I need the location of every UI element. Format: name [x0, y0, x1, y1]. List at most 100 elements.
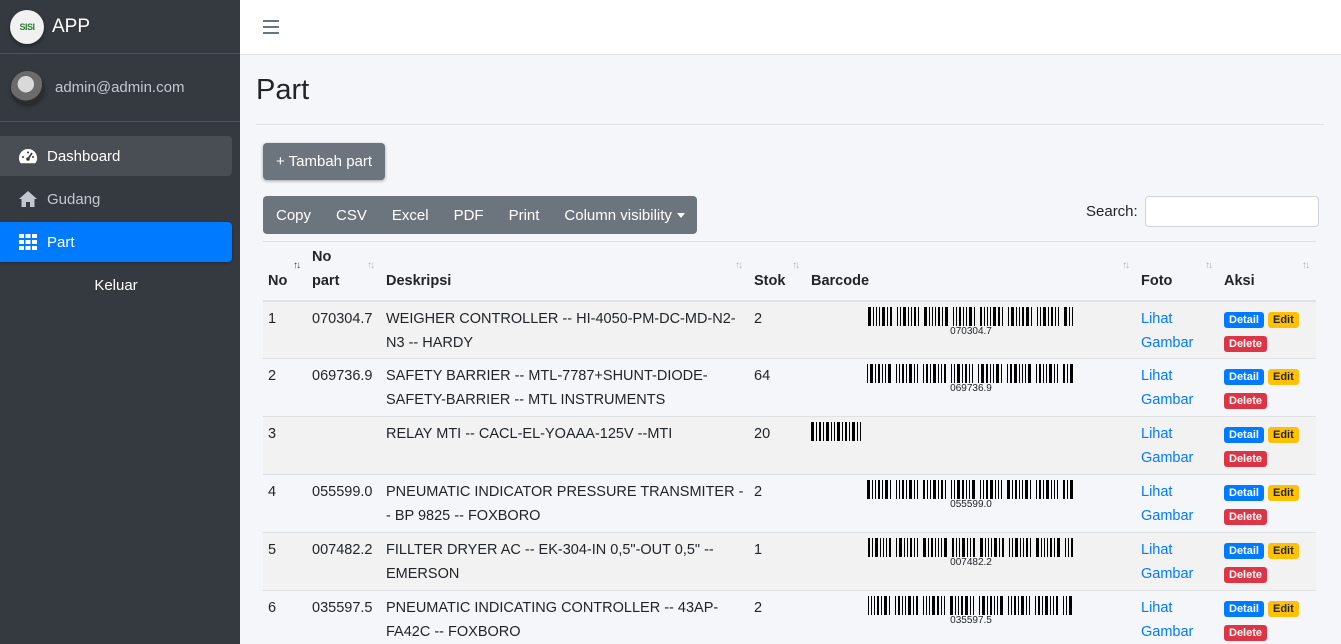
print-button[interactable]: Print [496, 196, 552, 234]
avatar [11, 71, 44, 104]
barcode-text: 007482.2 [950, 557, 992, 568]
cell-deskripsi: SAFETY BARRIER -- MTL-7787+SHUNT-DIODE-S… [381, 358, 749, 417]
cell-stok: 64 [749, 358, 806, 417]
sidebar-item-part[interactable]: Part [0, 222, 232, 262]
column-header-no-part[interactable]: ↑↓ No part [307, 241, 381, 302]
detail-button[interactable]: Detail [1224, 311, 1264, 328]
copy-button[interactable]: Copy [263, 196, 323, 234]
brand-logo: SISI [10, 9, 44, 44]
cell-barcode: 035597.5 [806, 590, 1136, 644]
cell-no-part [307, 416, 381, 475]
view-image-link[interactable]: Lihat Gambar [1141, 600, 1193, 640]
detail-button[interactable]: Detail [1224, 543, 1264, 559]
delete-button[interactable]: Delete [1224, 335, 1268, 352]
barcode-image: 069736.9 [811, 364, 1131, 395]
brand-link[interactable]: SISI APP [0, 0, 240, 54]
delete-button[interactable]: Delete [1224, 451, 1268, 467]
detail-button[interactable]: Detail [1224, 485, 1264, 501]
view-image-link[interactable]: Lihat Gambar [1141, 368, 1193, 408]
column-header-no[interactable]: ↑↓ No [263, 241, 307, 302]
user-panel[interactable]: admin@admin.com [0, 54, 240, 122]
delete-button[interactable]: Delete [1224, 393, 1268, 409]
delete-button[interactable]: Delete [1224, 567, 1268, 583]
cell-no: 3 [263, 416, 307, 475]
cell-stok: 2 [749, 590, 806, 644]
detail-button[interactable]: Detail [1224, 601, 1264, 617]
view-image-link[interactable]: Lihat Gambar [1141, 542, 1193, 582]
cell-no-part: 069736.9 [307, 358, 381, 417]
pdf-button[interactable]: PDF [441, 196, 496, 234]
cell-foto: Lihat Gambar [1136, 590, 1219, 644]
cell-deskripsi: PNEUMATIC INDICATING CONTROLLER -- 43AP-… [381, 590, 749, 644]
cell-no: 1 [263, 300, 307, 359]
search-label: Search: [1086, 203, 1138, 220]
sort-icon: ↑↓ [792, 260, 800, 271]
cell-deskripsi: PNEUMATIC INDICATOR PRESSURE TRANSMITER … [381, 474, 749, 533]
barcode-text: 069736.9 [950, 383, 992, 394]
detail-button[interactable]: Detail [1224, 427, 1264, 443]
cell-foto: Lihat Gambar [1136, 300, 1219, 359]
column-visibility-button[interactable]: Column visibility [551, 196, 697, 234]
cell-stok: 1 [749, 532, 806, 591]
barcode-text: 070304.7 [950, 325, 992, 337]
sidebar-item-dashboard[interactable]: Dashboard [0, 136, 232, 176]
cell-no-part: 055599.0 [307, 474, 381, 533]
sort-icon: ↑↓ [1205, 260, 1213, 271]
cell-no: 5 [263, 532, 307, 591]
edit-button[interactable]: Edit [1268, 369, 1299, 385]
barcode-text: 035597.5 [950, 615, 992, 626]
column-header-deskripsi[interactable]: ↑↓ Deskripsi [381, 241, 749, 302]
barcode-image: 070304.7 [811, 306, 1131, 338]
view-image-link[interactable]: Lihat Gambar [1141, 426, 1193, 466]
top-navbar [240, 0, 1341, 55]
hamburger-menu-icon[interactable] [263, 20, 279, 34]
barcode-image [811, 422, 1131, 441]
view-image-link[interactable]: Lihat Gambar [1141, 484, 1193, 524]
cell-barcode: 007482.2 [806, 532, 1136, 591]
column-header-aksi[interactable]: ↑↓ Aksi [1219, 241, 1316, 302]
delete-button[interactable]: Delete [1224, 625, 1268, 641]
main-content: Part + Tambah part Copy CSV Excel PDF Pr… [240, 55, 1341, 644]
sidebar-item-label: Part [47, 233, 75, 251]
cell-stok: 2 [749, 474, 806, 533]
column-header-barcode[interactable]: ↑↓ Barcode [806, 241, 1136, 302]
column-header-foto[interactable]: ↑↓ Foto [1136, 241, 1219, 302]
table-row: 4 055599.0 PNEUMATIC INDICATOR PRESSURE TR… [263, 474, 1316, 533]
logout-link[interactable]: Keluar [0, 265, 232, 305]
sort-icon: ↑↓ [735, 260, 743, 271]
home-icon [18, 189, 38, 209]
delete-button[interactable]: Delete [1224, 509, 1268, 525]
sort-asc-icon: ↑↓ [293, 260, 301, 271]
edit-button[interactable]: Edit [1268, 543, 1299, 559]
cell-no: 4 [263, 474, 307, 533]
csv-button[interactable]: CSV [323, 196, 379, 234]
cell-no: 6 [263, 590, 307, 644]
page-title: Part [256, 55, 1324, 125]
sidebar-item-gudang[interactable]: Gudang [0, 179, 232, 219]
search-input[interactable] [1144, 196, 1319, 227]
cell-stok: 20 [749, 416, 806, 475]
sort-icon: ↑↓ [1122, 260, 1130, 271]
table-row: 2 069736.9 SAFETY BARRIER -- MTL-7787+SHUN… [263, 358, 1316, 417]
cell-barcode [806, 416, 1136, 475]
column-header-stok[interactable]: ↑↓ Stok [749, 241, 806, 302]
excel-button[interactable]: Excel [379, 196, 441, 234]
cell-foto: Lihat Gambar [1136, 358, 1219, 417]
detail-button[interactable]: Detail [1224, 369, 1264, 385]
cell-barcode: 070304.7 [806, 300, 1136, 359]
edit-button[interactable]: Edit [1268, 485, 1299, 501]
view-image-link[interactable]: Lihat Gambar [1141, 311, 1193, 351]
add-part-button[interactable]: + Tambah part [263, 143, 386, 180]
sidebar-item-label: Dashboard [47, 147, 121, 165]
edit-button[interactable]: Edit [1268, 427, 1299, 443]
sidebar: SISI APP admin@admin.com Dashboard Gudan… [0, 0, 240, 644]
grid-icon [18, 232, 38, 252]
edit-button[interactable]: Edit [1268, 601, 1299, 617]
barcode-image: 035597.5 [811, 596, 1131, 627]
cell-stok: 2 [749, 300, 806, 359]
cell-aksi: Detail Edit Delete [1219, 474, 1316, 533]
sidebar-item-label: Gudang [47, 190, 101, 208]
edit-button[interactable]: Edit [1268, 311, 1299, 328]
barcode-image: 055599.0 [811, 480, 1131, 511]
cell-barcode: 069736.9 [806, 358, 1136, 417]
